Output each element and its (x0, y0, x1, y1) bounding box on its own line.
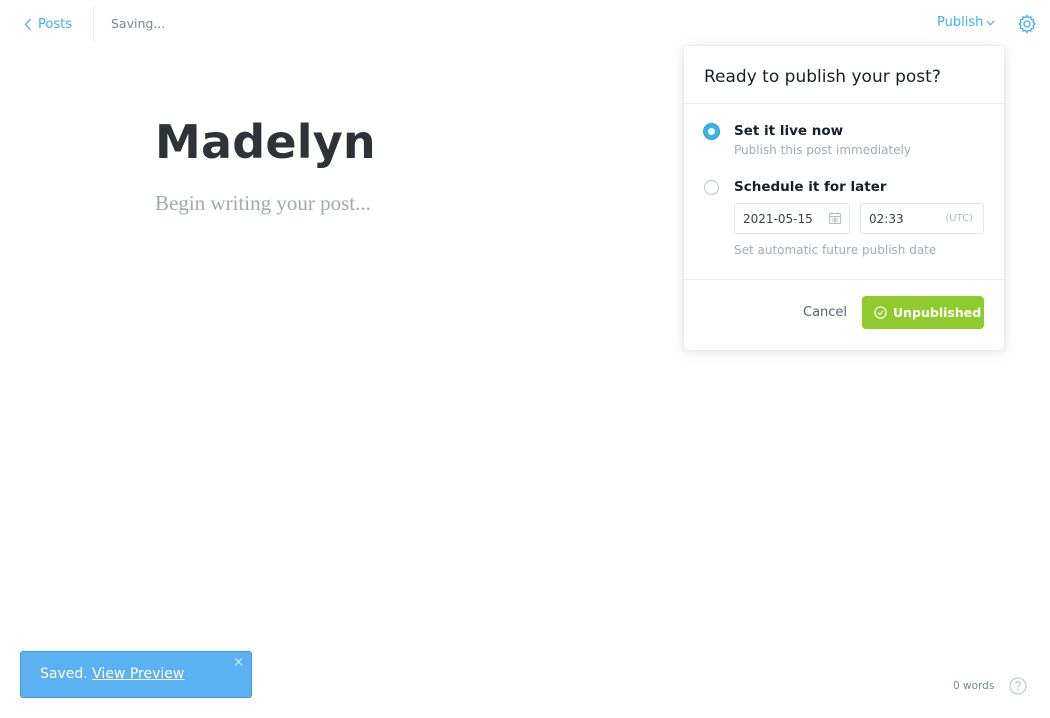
cancel-button[interactable]: Cancel (803, 305, 847, 320)
view-preview-link[interactable]: View Preview (92, 666, 184, 682)
publish-trigger-label: Publish (937, 15, 984, 30)
timezone-label: (UTC) (945, 213, 973, 224)
check-circle-icon (874, 306, 887, 319)
option-publish-now-label: Set it live now (734, 123, 844, 139)
close-icon[interactable]: × (233, 655, 244, 670)
schedule-hint: Set automatic future publish date (734, 243, 937, 257)
schedule-time-value: 02:33 (869, 212, 904, 226)
word-count: 0 words (953, 680, 995, 692)
radio-schedule[interactable] (704, 180, 719, 195)
option-publish-now-description: Publish this post immediately (734, 143, 911, 157)
gear-icon[interactable] (1017, 14, 1037, 34)
schedule-time-input[interactable]: 02:33 (UTC) (860, 203, 984, 234)
chevron-down-icon (986, 20, 995, 26)
publish-menu-heading: Ready to publish your post? (684, 46, 1004, 104)
save-status: Saving... (111, 16, 166, 31)
publish-menu: Ready to publish your post? Set it live … (684, 46, 1004, 350)
notification-message: Saved. (40, 666, 88, 682)
radio-publish-now[interactable] (704, 124, 719, 139)
saved-notification: Saved. View Preview × (20, 651, 252, 698)
back-to-posts-link[interactable]: Posts (24, 14, 72, 34)
help-circle-icon[interactable] (1009, 677, 1027, 695)
publish-menu-footer: Cancel Unpublished (684, 279, 1004, 350)
editor-header: Posts Saving... Publish (0, 0, 1050, 48)
chevron-left-icon (24, 18, 31, 30)
header-divider (93, 6, 94, 42)
publish-action-label: Unpublished (893, 305, 982, 320)
post-title[interactable]: Madelyn (155, 115, 376, 169)
post-body-editor[interactable]: Begin writing your post... (155, 191, 371, 216)
publish-action-button[interactable]: Unpublished (862, 296, 984, 329)
schedule-date-input[interactable]: 2021-05-15 (734, 203, 850, 234)
calendar-icon (829, 212, 841, 224)
schedule-date-value: 2021-05-15 (743, 212, 813, 226)
option-schedule-label: Schedule it for later (734, 179, 887, 195)
publish-menu-trigger[interactable]: Publish (937, 15, 995, 30)
back-link-label: Posts (38, 16, 72, 32)
